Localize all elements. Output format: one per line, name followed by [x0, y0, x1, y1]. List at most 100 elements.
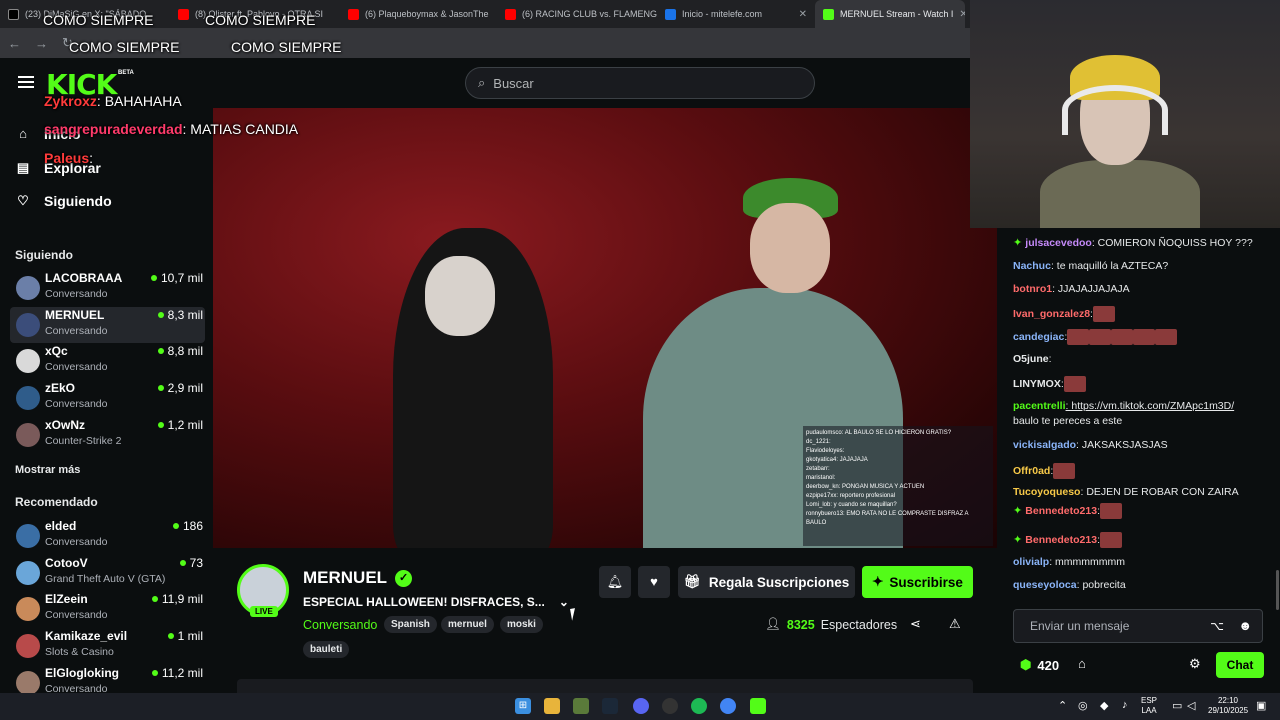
chat-username[interactable]: botnro1 [1013, 283, 1052, 295]
scrollbar[interactable] [1276, 570, 1279, 610]
chat-username[interactable]: vickisalgado [1013, 439, 1076, 451]
channel-name: MERNUEL [45, 307, 105, 322]
lang-line-2: LAA [1141, 706, 1157, 715]
notification-bell-button[interactable]: 🔔︎ [599, 566, 631, 598]
notification-icon[interactable]: ▣ [1256, 699, 1266, 712]
overlay-chat-message: Paleus: [44, 150, 93, 166]
viewer-count: 10,7 mil [160, 271, 203, 285]
show-more-link[interactable]: Mostrar más [15, 464, 80, 476]
close-icon[interactable]: ✕ [959, 9, 965, 20]
app-icon[interactable] [662, 698, 678, 714]
sidebar-channel-zeko[interactable]: zEkO Conversando 2,9 mil [10, 380, 205, 416]
sidebar-channel-xqc[interactable]: xQc Conversando 8,8 mil [10, 343, 205, 379]
chat-input[interactable]: Enviar un mensaje ⌥ ☻ [1013, 609, 1263, 643]
chat-username[interactable]: queseyoloca [1013, 579, 1077, 591]
network-icon[interactable]: ▭ [1172, 699, 1182, 712]
chat-username[interactable]: Tucoyoqueso [1013, 486, 1080, 498]
overlay-message: : [89, 150, 94, 166]
youtube-icon [178, 8, 189, 20]
store-icon[interactable]: ⌂ [1078, 656, 1086, 671]
chat-username[interactable]: candegiac [1013, 331, 1064, 343]
windows-start-icon[interactable]: ⊞ [515, 698, 531, 714]
chat-username[interactable]: O5june [1013, 353, 1049, 365]
back-icon[interactable]: ← [8, 36, 21, 51]
overlay-username: sangrepuradeverdad [44, 121, 183, 137]
sidebar-channel-elded[interactable]: elded Conversando 186 [10, 518, 205, 554]
report-icon[interactable]: ⚠ [949, 616, 961, 632]
stream-category[interactable]: Conversando [303, 618, 377, 632]
browser-tab[interactable]: Inicio - mitelefe.com ✕ [657, 0, 815, 28]
tag-chip[interactable]: moski [500, 616, 543, 633]
channel-category: Counter-Strike 2 [45, 434, 122, 447]
chat-username[interactable]: olivialp [1013, 556, 1049, 568]
close-icon[interactable]: ✕ [799, 9, 807, 20]
sidebar-channel-elzeein[interactable]: ElZeein Conversando 11,9 mil [10, 591, 205, 627]
sidebar-channel-kamikaze_evil[interactable]: Kamikaze_evil Slots & Casino 1 mil [10, 628, 205, 664]
tray-app-icon[interactable]: ◎ [1078, 699, 1088, 712]
discord-icon[interactable] [633, 698, 649, 714]
chat-username[interactable]: pacentrelli [1013, 400, 1066, 412]
chevron-up-icon[interactable]: ⌃ [1058, 699, 1067, 712]
quick-emote-icon[interactable]: ⌥ [1210, 619, 1224, 633]
tray-app-icon[interactable]: ◆ [1100, 699, 1108, 712]
live-dot-icon [158, 421, 164, 428]
search-input[interactable]: ⌕ Buscar [465, 67, 815, 99]
chat-username[interactable]: julsacevedoo [1025, 237, 1092, 249]
chat-username[interactable]: Ivan_gonzalez8 [1013, 308, 1090, 320]
sidebar-channel-xownz[interactable]: xOwNz Counter-Strike 2 1,2 mil [10, 417, 205, 453]
spotify-icon[interactable] [691, 698, 707, 714]
avatar [16, 386, 40, 411]
live-dot-icon [173, 523, 179, 529]
live-dot-icon [158, 385, 164, 392]
chat-username[interactable]: Bennedeto213 [1025, 534, 1097, 546]
share-icon[interactable]: ⋖ [910, 616, 921, 632]
embedded-chat-overlay: pudaulomsco: AL BAULO SE LO HICIERON GRA… [803, 426, 993, 546]
subscribe-button[interactable]: ✦ Suscribirse [862, 566, 973, 598]
follow-button[interactable]: ♥ [638, 566, 670, 598]
chrome-icon[interactable] [720, 698, 736, 714]
channel-category: Conversando [45, 361, 108, 374]
sidebar-channel-lacobraaa[interactable]: LACOBRAAA Conversando 10,7 mil [10, 270, 205, 306]
chat-username[interactable]: Nachuc [1013, 260, 1051, 272]
gift-subs-button[interactable]: 🎁︎ Regala Suscripciones [678, 566, 855, 598]
channel-points[interactable]: ⬢ 420 [1020, 657, 1059, 673]
file-explorer-icon[interactable] [544, 698, 560, 714]
volume-icon[interactable]: ◁ [1187, 699, 1195, 712]
browser-tab-active[interactable]: MERNUEL Stream - Watch I ✕ [815, 0, 965, 28]
browser-tab[interactable]: (6) RACING CLUB vs. FLAMENG [497, 0, 657, 28]
microphone-icon[interactable]: ♪ [1122, 699, 1128, 711]
channel-name[interactable]: MERNUEL [303, 568, 387, 588]
menu-icon[interactable] [18, 76, 34, 88]
tag-chip[interactable]: bauleti [303, 641, 350, 658]
youtube-icon [505, 8, 516, 20]
overlay-text: COMO SIEMPRE [43, 12, 154, 28]
chat-username[interactable]: Offr0ad [1013, 465, 1050, 477]
video-player[interactable]: pudaulomsco: AL BAULO SE LO HICIERON GRA… [213, 108, 997, 548]
tab-label: Inicio - mitelefe.com [682, 9, 763, 19]
live-dot-icon [180, 559, 186, 566]
chat-text: baulo te pereces a este [1013, 415, 1123, 427]
chat-placeholder: Enviar un mensaje [1030, 619, 1130, 633]
tag-chip[interactable]: Spanish [384, 616, 437, 633]
sidebar-channel-cotoov[interactable]: CotooV Grand Theft Auto V (GTA) 73 [10, 555, 205, 591]
viewer-count: 11,2 mil [161, 665, 203, 680]
emoji-icon[interactable]: ☻ [1238, 618, 1252, 633]
chat-username[interactable]: LINYMOX [1013, 378, 1061, 390]
overlay-chat-line: gkotyatica4: JAJAJAJA [806, 457, 868, 463]
channel-name: ElZeein [45, 592, 88, 607]
chevron-down-icon[interactable]: ⌄ [559, 595, 569, 609]
nav-item-following[interactable]: ♡ Siguiendo [16, 193, 112, 209]
browser-tab[interactable]: (6) Plaqueboymax & JasonThe [340, 0, 497, 28]
kick-app-icon[interactable] [750, 698, 766, 714]
tag-chip[interactable]: mernuel [441, 616, 494, 633]
minecraft-icon[interactable] [573, 698, 589, 714]
chat-username[interactable]: Bennedeto213 [1025, 505, 1097, 517]
language-indicator[interactable]: ESP LAA [1141, 696, 1157, 716]
steam-icon[interactable] [602, 698, 618, 714]
emote-icon [1099, 532, 1122, 548]
chat-send-button[interactable]: Chat [1216, 652, 1264, 678]
gear-icon[interactable]: ⚙ [1189, 656, 1201, 672]
forward-icon[interactable]: → [35, 36, 48, 51]
sidebar-channel-mernuel[interactable]: MERNUEL Conversando 8,3 mil [10, 306, 205, 343]
clock[interactable]: 22:10 29/10/2025 [1208, 696, 1248, 716]
